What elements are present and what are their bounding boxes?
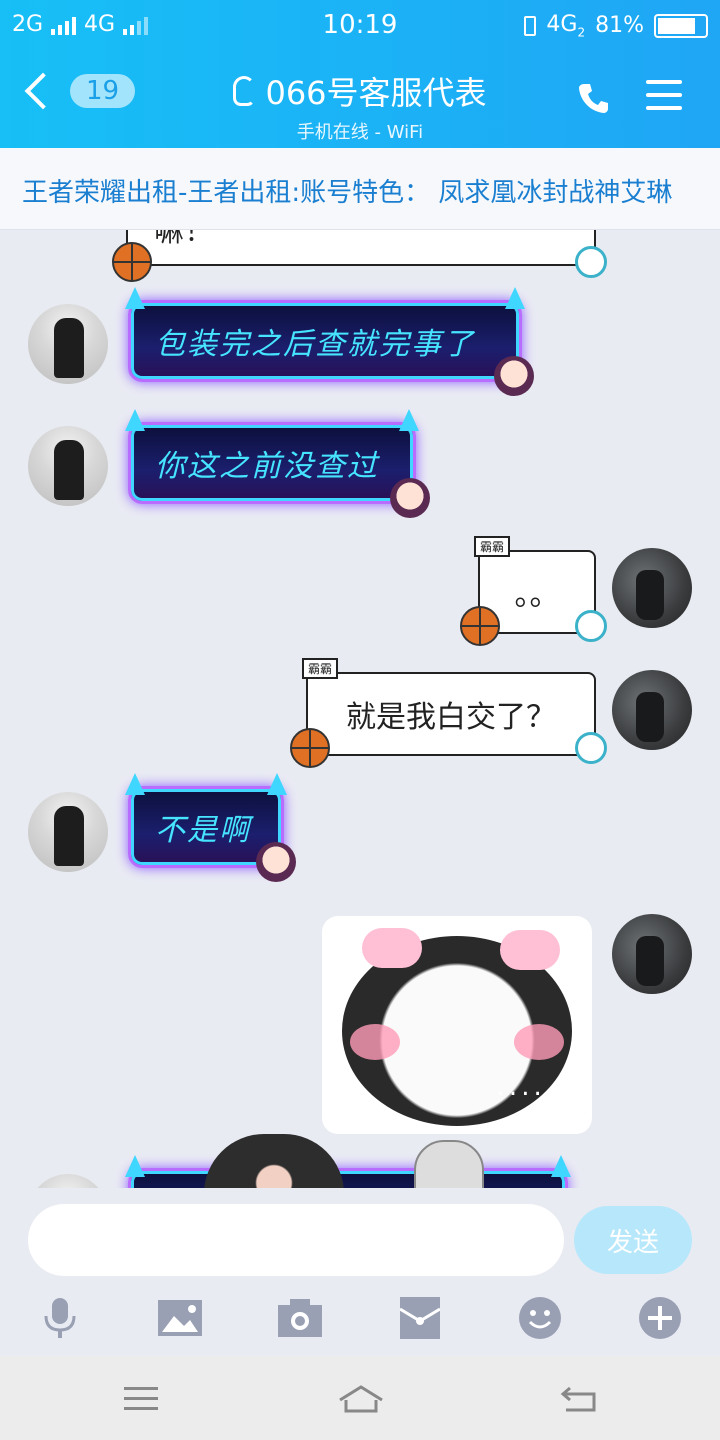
network-type: 4G [546, 12, 578, 37]
chat-title: 066号客服代表 [233, 68, 487, 114]
winged-character-sticker-icon [204, 1134, 344, 1188]
chat-title-text: 066号客服代表 [265, 74, 487, 112]
microphone-icon[interactable] [38, 1296, 82, 1340]
message-text: 。。 [514, 578, 560, 613]
title-tag: 霸霸 [474, 536, 511, 557]
basketball-icon [290, 728, 330, 768]
panda-meme-sticker[interactable]: ..... [322, 916, 592, 1134]
back-button[interactable]: 19 [24, 72, 136, 110]
network-sub: 2 [577, 25, 586, 40]
message-text: 就是我白交了？ [346, 700, 556, 735]
avatar-agent[interactable] [28, 426, 108, 506]
message-bubble-neon[interactable] [125, 1155, 571, 1188]
status-right: 4G2 81% [524, 12, 708, 39]
anime-girl-sticker-icon [494, 356, 534, 396]
cat-ear-decoration [125, 773, 145, 795]
camera-icon[interactable] [278, 1296, 322, 1340]
red-packet-icon[interactable] [398, 1296, 442, 1340]
message-bubble[interactable]: 霸霸 就是我白交了？ [302, 658, 596, 756]
message-input[interactable] [28, 1204, 564, 1276]
vibrate-icon [524, 15, 537, 36]
message-text: 你这之前没查过 [155, 449, 379, 484]
stopwatch-icon [575, 610, 607, 642]
sticker-caption: ..... [496, 1072, 558, 1102]
ear-icon [233, 76, 256, 106]
message-list[interactable]: 嘛！ 包装完之后查就完事了 你这之前没查过 霸霸 。。 霸霸 就是我白交了？ 不… [0, 230, 720, 1188]
robot-character-sticker-icon [414, 1140, 484, 1188]
cat-ear-decoration [399, 409, 419, 431]
avatar-self[interactable] [612, 548, 692, 628]
message-bubble-neon[interactable]: 你这之前没查过 [125, 409, 419, 504]
back-nav-icon[interactable] [560, 1384, 600, 1414]
menu-icon[interactable] [646, 80, 682, 110]
message-bubble-partial[interactable]: 嘛！ [126, 230, 596, 266]
message-text: 嘛！ [154, 230, 214, 249]
pink-bow-decoration [362, 928, 422, 968]
announcement-banner[interactable]: 王者荣耀出租-王者出租:账号特色： 凤求凰冰封战神艾琳 [0, 148, 720, 230]
status-bar: 2G 4G 10:19 4G2 81% [0, 0, 720, 50]
message-bubble-neon[interactable]: 包装完之后查就完事了 [125, 287, 525, 382]
cat-ear-decoration [505, 287, 525, 309]
network-label: 4G2 [546, 12, 585, 39]
input-toolbar [0, 1296, 720, 1340]
cat-ear-decoration [125, 409, 145, 431]
blush-decoration [514, 1024, 564, 1060]
battery-fill [658, 17, 695, 34]
chevron-left-icon [24, 72, 62, 110]
avatar-self[interactable] [612, 914, 692, 994]
chat-header: 2G 4G 10:19 4G2 81% 19 066号客服代表 手机在线 - W… [0, 0, 720, 148]
emoji-icon[interactable] [518, 1296, 562, 1340]
basketball-icon [460, 606, 500, 646]
announcement-text: 王者荣耀出租-王者出租:账号特色： 凤求凰冰封战神艾琳 [22, 178, 673, 208]
message-text: 包装完之后查就完事了 [155, 327, 475, 362]
avatar-agent[interactable] [28, 792, 108, 872]
cat-ear-decoration [125, 1155, 145, 1177]
avatar-self[interactable] [612, 670, 692, 750]
message-text: 不是啊 [155, 813, 251, 848]
basketball-icon [112, 242, 152, 282]
cat-ear-decoration [125, 287, 145, 309]
stopwatch-icon [575, 246, 607, 278]
anime-girl-sticker-icon [256, 842, 296, 882]
pink-bow-decoration [500, 930, 560, 970]
system-navigation-bar [0, 1356, 720, 1440]
phone-icon[interactable] [576, 80, 612, 116]
chat-title-block[interactable]: 066号客服代表 手机在线 - WiFi [160, 68, 560, 144]
image-icon[interactable] [158, 1296, 202, 1340]
battery-percent: 81% [595, 13, 644, 39]
unread-count-badge: 19 [70, 74, 136, 108]
input-bar: 发送 [0, 1188, 720, 1358]
avatar-agent[interactable] [28, 1174, 108, 1188]
title-tag: 霸霸 [302, 658, 339, 679]
anime-girl-sticker-icon [390, 478, 430, 518]
blush-decoration [350, 1024, 400, 1060]
send-button[interactable]: 发送 [574, 1206, 692, 1274]
online-status: 手机在线 - WiFi [296, 122, 424, 143]
avatar-agent[interactable] [28, 304, 108, 384]
home-icon[interactable] [338, 1384, 384, 1414]
cat-ear-decoration [267, 773, 287, 795]
battery-icon [654, 13, 708, 38]
recent-apps-icon[interactable] [122, 1384, 162, 1414]
cat-ear-decoration [551, 1155, 571, 1177]
plus-icon[interactable] [638, 1296, 682, 1340]
stopwatch-icon [575, 732, 607, 764]
